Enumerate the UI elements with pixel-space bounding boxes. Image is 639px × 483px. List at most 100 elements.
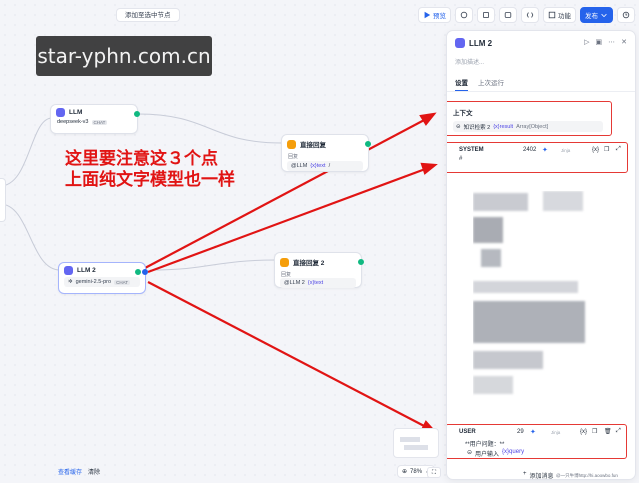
panel-tabs: 设置 上次运行 xyxy=(455,77,504,91)
add-message-button[interactable]: + 添加消息 xyxy=(523,471,554,479)
model-row: ✲ gemini-2.5-pro CHAT xyxy=(64,277,140,287)
model-row: deepseek-v3 CHAT xyxy=(51,119,137,125)
annotation-text: 这里要注意这３个点 上面纯文字模型也一样 xyxy=(65,149,235,191)
copy-icon[interactable]: ❐ xyxy=(604,146,609,153)
context-selector[interactable]: ⊝ 知识检索 2 {x}result Array[Object] xyxy=(453,121,603,132)
model-name: deepseek-v3 xyxy=(57,119,89,125)
user-query-var: {x}query xyxy=(502,449,525,455)
reply-suffix: / xyxy=(328,163,331,169)
jinja-toggle[interactable]: Jinja xyxy=(551,430,560,435)
system-var-button[interactable]: {x} xyxy=(592,147,599,153)
jinja-toggle[interactable]: Jinja xyxy=(561,148,570,153)
context-var: {x}result xyxy=(493,123,514,130)
clock-icon xyxy=(622,11,630,18)
expand-icon[interactable]: ⤢ xyxy=(616,146,621,153)
variables-button[interactable] xyxy=(521,6,539,23)
user-var-button[interactable]: {x} xyxy=(580,429,587,435)
reply-value: @LLM 2 {x}text xyxy=(280,278,356,288)
add-to-selected-node-button[interactable]: 添加至选中节点 xyxy=(116,8,180,22)
run-icon[interactable]: ▷ xyxy=(584,38,589,46)
node-title: 直接回复 2 xyxy=(293,260,325,267)
docs-icon[interactable]: ▣ xyxy=(596,38,603,46)
knowledge-icon: ⊝ xyxy=(456,123,461,130)
reply-var: {x}text xyxy=(307,280,324,286)
env-icon xyxy=(504,11,512,18)
toolbar: 预览 功能 发布 xyxy=(418,6,635,23)
panel-actions: ▷ ▣ ⋯ ✕ xyxy=(584,38,627,46)
reply-var: {x}text xyxy=(310,163,326,169)
model-badge: CHAT xyxy=(114,279,130,285)
view-cache-button[interactable]: 查看缓存 xyxy=(58,467,82,476)
node-title: LLM 2 xyxy=(77,267,96,274)
reply-label: 回复 xyxy=(281,272,292,278)
output-port[interactable] xyxy=(134,111,140,117)
user-count: 29 xyxy=(517,429,524,435)
blurred-prompt-content xyxy=(473,191,591,421)
llm-icon xyxy=(64,266,73,275)
publish-button[interactable]: 发布 xyxy=(580,6,613,23)
llm-icon xyxy=(455,38,465,48)
status-port xyxy=(135,269,141,275)
llm-node[interactable]: LLM deepseek-v3 CHAT xyxy=(50,104,140,134)
expand-icon[interactable]: ⤢ xyxy=(616,428,621,435)
direct-reply-node[interactable]: 直接回复 回复 @LLM {x}text / xyxy=(281,134,371,172)
output-port[interactable] xyxy=(358,259,364,265)
system-count: 2402 xyxy=(523,147,537,153)
zoom-icon: ⊕ xyxy=(402,469,408,475)
delete-icon[interactable]: 🗑 xyxy=(604,428,612,435)
reply-icon xyxy=(280,257,289,267)
output-port[interactable] xyxy=(365,141,371,147)
publish-label: 发布 xyxy=(585,12,598,20)
fit-icon: ⛶ xyxy=(431,470,437,476)
direct-reply-2-node[interactable]: 直接回复 2 回复 @LLM 2 {x}text xyxy=(274,252,364,288)
minimap-block xyxy=(400,437,420,442)
credit-text: @一只牛博http://hi.aoowbo.fun xyxy=(556,473,618,478)
clock-button[interactable] xyxy=(617,6,635,23)
close-icon[interactable]: ✕ xyxy=(621,38,627,46)
context-label: 上下文 xyxy=(453,110,473,117)
tab-divider xyxy=(447,91,635,92)
node-title: LLM xyxy=(69,109,83,116)
gemini-icon: ✲ xyxy=(68,279,73,285)
fit-view-button[interactable]: ⛶ xyxy=(427,467,441,478)
chevron-down-icon xyxy=(601,13,607,17)
panel-header: LLM 2 xyxy=(455,38,492,48)
start-node-edge[interactable] xyxy=(0,178,6,222)
llm2-node[interactable]: LLM 2 ✲ gemini-2.5-pro CHAT xyxy=(58,262,148,294)
model-badge: CHAT xyxy=(91,119,108,125)
context-source: 知识检索 2 xyxy=(463,124,491,131)
checklist-icon xyxy=(460,11,468,18)
preview-button[interactable]: 预览 xyxy=(418,6,451,23)
clear-button[interactable]: 清除 xyxy=(88,467,100,476)
sparkle-icon[interactable]: ✦ xyxy=(542,146,548,154)
description-input[interactable]: 添加描述... xyxy=(455,57,484,66)
add-next-port[interactable] xyxy=(142,269,148,275)
minimap-block xyxy=(404,445,428,450)
sparkle-icon[interactable]: ✦ xyxy=(530,428,536,436)
user-input-label: 用户输入 xyxy=(475,452,500,458)
system-label: SYSTEM xyxy=(459,147,484,153)
node-title: 直接回复 xyxy=(300,142,326,149)
variable-icon xyxy=(526,11,534,18)
tab-settings[interactable]: 设置 xyxy=(455,77,468,91)
system-hash: # xyxy=(459,156,463,162)
copy-icon[interactable]: ❐ xyxy=(592,428,597,435)
site-watermark: star-yphn.com.cn xyxy=(36,36,212,76)
more-icon[interactable]: ⋯ xyxy=(608,38,615,46)
user-line-1: **用户问题：** xyxy=(465,442,505,448)
history-button[interactable] xyxy=(477,6,495,23)
user-line-2: ⊝ 用户输入 {x}query xyxy=(467,449,524,458)
minimap[interactable] xyxy=(393,428,439,458)
reply-icon xyxy=(287,139,296,149)
preview-label: 预览 xyxy=(433,12,446,20)
input-icon: ⊝ xyxy=(467,450,473,456)
features-button[interactable]: 功能 xyxy=(543,6,576,23)
reply-value: @LLM {x}text / xyxy=(287,161,363,171)
env-button[interactable] xyxy=(499,6,517,23)
node-settings-panel: LLM 2 ▷ ▣ ⋯ ✕ 添加描述... 设置 上次运行 上下文 ⊝ 知识检索… xyxy=(446,30,636,480)
llm-icon xyxy=(56,108,65,117)
zoom-level: 78% xyxy=(410,469,423,475)
tab-last-run[interactable]: 上次运行 xyxy=(478,77,504,91)
checklist-button[interactable] xyxy=(455,6,473,23)
panel-title: LLM 2 xyxy=(469,38,493,48)
